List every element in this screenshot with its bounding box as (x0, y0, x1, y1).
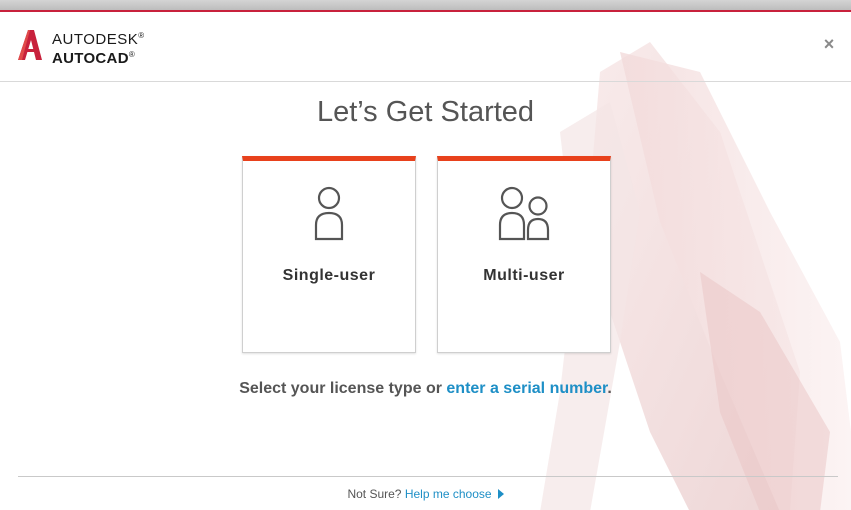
brand-name: AUTODESK® AUTOCAD® (52, 28, 145, 66)
background-artwork (540, 42, 851, 510)
help-me-choose-label: Help me choose (404, 487, 492, 501)
single-user-icon (314, 186, 344, 241)
autocad-logo-icon (18, 30, 42, 60)
license-dialog: AUTODESK® AUTOCAD® × Let’s Get Started S… (0, 10, 851, 510)
prompt-end: . (607, 380, 612, 397)
product-name: AUTOCAD (52, 50, 129, 67)
help-me-choose-link[interactable]: Help me choose (405, 487, 504, 501)
license-prompt: Select your license type or enter a seri… (0, 380, 851, 398)
dialog-header: AUTODESK® AUTOCAD® × (0, 12, 851, 82)
multi-user-card[interactable]: Multi-user (437, 156, 611, 353)
arrow-right-icon (497, 489, 504, 499)
multi-user-icon (498, 186, 550, 241)
page-title: Let’s Get Started (316, 96, 535, 128)
multi-user-label: Multi-user (483, 267, 565, 284)
company-name: AUTODESK (52, 31, 139, 48)
single-user-card[interactable]: Single-user (242, 156, 416, 353)
single-user-label: Single-user (282, 267, 376, 284)
not-sure-text: Not Sure? (347, 487, 402, 501)
enter-serial-number-link[interactable]: enter a serial number (446, 380, 607, 397)
close-icon[interactable]: × (821, 35, 837, 53)
product-mark: ® (128, 50, 136, 59)
footer-divider (18, 476, 838, 477)
company-mark: ® (138, 31, 145, 40)
top-strip (0, 0, 851, 10)
prompt-text: Select your license type or (239, 380, 447, 397)
dialog-footer: Not Sure? Help me choose (0, 487, 851, 501)
